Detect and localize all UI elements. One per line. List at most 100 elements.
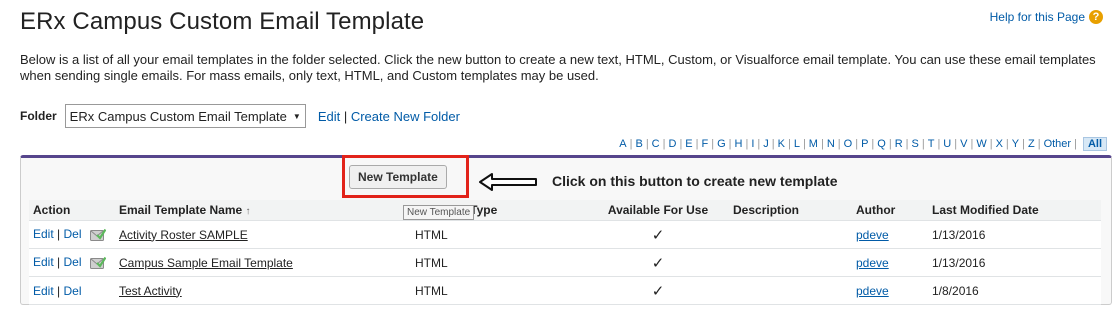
description-cell: [729, 248, 852, 277]
template-name-link[interactable]: Campus Sample Email Template: [119, 256, 293, 270]
row-actions-separator: |: [53, 283, 64, 298]
alphabet-letter[interactable]: G: [717, 138, 726, 150]
alphabet-letter[interactable]: U: [943, 138, 951, 150]
alphabet-separator: |: [970, 138, 974, 150]
alphabet-separator: |: [954, 138, 958, 150]
alphabet-separator: |: [679, 138, 683, 150]
header-description[interactable]: Description: [729, 200, 852, 221]
alphabet-separator: |: [855, 138, 859, 150]
create-folder-link[interactable]: Create New Folder: [351, 109, 460, 124]
author-link[interactable]: pdeve: [856, 284, 889, 298]
help-link-label[interactable]: Help for this Page: [990, 10, 1085, 24]
email-template-icon: [89, 256, 106, 269]
row-actions-separator: |: [53, 255, 64, 270]
author-link[interactable]: pdeve: [856, 256, 889, 270]
alphabet-separator: |: [728, 138, 732, 150]
alphabet-filter: A | B | C | D | E | F | G | H | I | J | K | L | M | N | O | P | Q | R | S | T |…: [619, 137, 1107, 151]
delete-link[interactable]: Del: [63, 255, 81, 269]
row-actions-links: Edit | Del: [33, 255, 82, 269]
author-cell: pdeve: [852, 248, 928, 277]
alphabet-letter[interactable]: R: [895, 138, 903, 150]
header-modified[interactable]: Last Modified Date: [928, 200, 1101, 221]
row-actions: Edit | Del: [29, 220, 115, 249]
alphabet-letter[interactable]: N: [827, 138, 835, 150]
alphabet-letter[interactable]: Other: [1044, 138, 1072, 150]
template-name-link[interactable]: Test Activity: [119, 284, 182, 298]
alphabet-separator: |: [1037, 138, 1041, 150]
table-row: Edit | Del Test Activity HTML ✓ pdeve 1/8/201…: [29, 276, 1101, 305]
template-type-cell: HTML: [411, 220, 587, 249]
alphabet-separator: |: [905, 138, 909, 150]
help-link[interactable]: Help for this Page ?: [990, 10, 1103, 24]
alphabet-letter[interactable]: K: [778, 138, 785, 150]
header-action: Action: [29, 200, 115, 221]
alphabet-letter[interactable]: S: [912, 138, 919, 150]
folder-select-value: ERx Campus Custom Email Template: [69, 108, 287, 124]
alphabet-letter[interactable]: P: [861, 138, 868, 150]
tooltip: New Template: [403, 205, 475, 220]
alphabet-letter[interactable]: Y: [1012, 138, 1019, 150]
delete-link[interactable]: Del: [63, 227, 81, 241]
available-check-icon: ✓: [587, 220, 729, 249]
description-cell: [729, 220, 852, 249]
alphabet-letter[interactable]: B: [635, 138, 642, 150]
modified-date-cell: 1/8/2016: [928, 276, 1101, 305]
row-actions: Edit | Del: [29, 248, 115, 277]
alphabet-separator: |: [802, 138, 806, 150]
folder-select[interactable]: ERx Campus Custom Email Template ▼: [64, 104, 306, 128]
edit-link[interactable]: Edit: [33, 284, 54, 298]
folder-edit-link[interactable]: Edit: [318, 109, 340, 124]
folder-row: Folder ERx Campus Custom Email Template …: [20, 104, 460, 128]
alphabet-separator: |: [662, 138, 666, 150]
alphabet-letter[interactable]: X: [996, 138, 1003, 150]
alphabet-separator: |: [645, 138, 649, 150]
header-name[interactable]: Email Template Name ↑: [115, 200, 411, 221]
alphabet-letter[interactable]: O: [844, 138, 853, 150]
help-question-icon[interactable]: ?: [1089, 10, 1103, 24]
alphabet-separator: |: [757, 138, 761, 150]
alphabet-letter[interactable]: V: [960, 138, 967, 150]
alphabet-separator: |: [837, 138, 841, 150]
alphabet-separator: |: [937, 138, 941, 150]
modified-date-cell: 1/13/2016: [928, 220, 1101, 249]
annotation-text: Click on this button to create new templ…: [552, 173, 838, 189]
alphabet-separator: |: [711, 138, 715, 150]
alphabet-letter[interactable]: W: [976, 138, 986, 150]
alphabet-separator: |: [820, 138, 824, 150]
alphabet-separator: |: [695, 138, 699, 150]
alphabet-letter[interactable]: E: [685, 138, 692, 150]
table-row: Edit | Del Campus Sample Email Template HT…: [29, 248, 1101, 277]
alphabet-letter[interactable]: L: [794, 138, 800, 150]
sort-asc-icon: ↑: [245, 206, 251, 217]
alphabet-letter[interactable]: A: [619, 138, 626, 150]
alphabet-letter[interactable]: I: [751, 138, 754, 150]
alphabet-separator: |: [629, 138, 633, 150]
alphabet-letter[interactable]: Q: [877, 138, 886, 150]
alphabet-letter[interactable]: C: [652, 138, 660, 150]
alphabet-all[interactable]: All: [1082, 137, 1107, 151]
alphabet-letter[interactable]: J: [763, 138, 769, 150]
alphabet-letter[interactable]: F: [702, 138, 709, 150]
author-link[interactable]: pdeve: [856, 228, 889, 242]
alphabet-letter[interactable]: D: [668, 138, 676, 150]
delete-link[interactable]: Del: [63, 284, 81, 298]
alphabet-separator: |: [1074, 138, 1077, 150]
header-author[interactable]: Author: [852, 200, 928, 221]
table-row: Edit | Del Activity Roster SAMPLE HTML ✓ pde…: [29, 220, 1101, 249]
alphabet-letter[interactable]: Z: [1028, 138, 1035, 150]
available-check-icon: ✓: [587, 248, 729, 277]
table-header-row: Action Email Template Name ↑ Template Ty…: [29, 200, 1101, 221]
alphabet-separator: |: [787, 138, 791, 150]
header-name-label[interactable]: Email Template Name: [119, 203, 242, 217]
alphabet-letter[interactable]: M: [809, 138, 818, 150]
header-available[interactable]: Available For Use: [587, 200, 729, 221]
email-template-icon: [89, 228, 106, 241]
edit-link[interactable]: Edit: [33, 255, 54, 269]
templates-table: Action Email Template Name ↑ Template Ty…: [29, 200, 1101, 305]
row-actions: Edit | Del: [29, 276, 115, 305]
alphabet-letter[interactable]: T: [928, 138, 935, 150]
template-name-link[interactable]: Activity Roster SAMPLE: [119, 228, 248, 242]
row-actions-links: Edit | Del: [33, 284, 82, 298]
edit-link[interactable]: Edit: [33, 227, 54, 241]
alphabet-letter[interactable]: H: [735, 138, 743, 150]
